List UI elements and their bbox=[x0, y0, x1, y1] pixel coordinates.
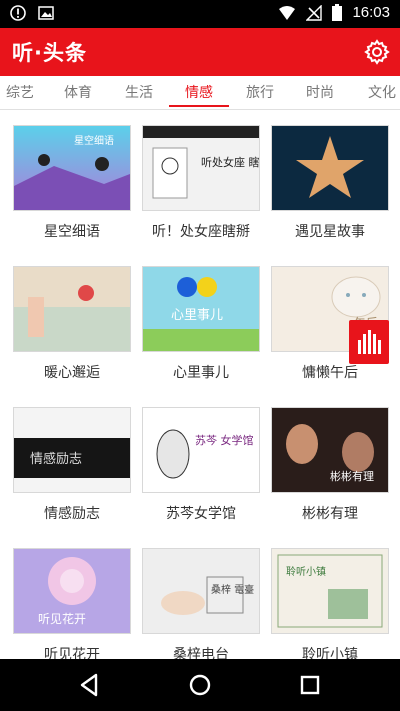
category-tabs: 综艺 体育 生活 情感 旅行 时尚 文化 bbox=[0, 76, 400, 110]
status-time: 16:03 bbox=[352, 4, 390, 21]
error-notification-icon bbox=[10, 5, 26, 21]
audio-equalizer-icon bbox=[358, 330, 381, 354]
svg-text:彬彬有理: 彬彬有理 bbox=[330, 469, 374, 483]
settings-gear-icon[interactable] bbox=[364, 39, 390, 65]
channel-thumbnail: 听处女座 瞎掰! bbox=[142, 125, 260, 211]
app-title: 听·头条 bbox=[12, 41, 87, 65]
channel-title: 苏芩女学馆 bbox=[166, 506, 236, 522]
channel-thumbnail: 苏芩 女学馆 bbox=[142, 407, 260, 493]
channel-thumbnail: 听见花开 bbox=[13, 548, 131, 634]
system-nav-bar bbox=[0, 659, 400, 711]
wifi-icon bbox=[279, 5, 296, 20]
recents-icon[interactable] bbox=[296, 671, 324, 699]
battery-icon bbox=[332, 4, 343, 21]
tab-fashion[interactable]: 时尚 bbox=[300, 82, 340, 102]
channel-title: 情感励志 bbox=[44, 506, 100, 522]
svg-text:苏芩 女学馆: 苏芩 女学馆 bbox=[195, 433, 254, 447]
channel-title: 桑梓电台 bbox=[173, 647, 229, 659]
home-icon[interactable] bbox=[186, 671, 214, 699]
channel-thumbnail: 桑梓 電臺 bbox=[142, 548, 260, 634]
channel-thumbnail: 心里事儿 bbox=[142, 266, 260, 352]
tab-sports[interactable]: 体育 bbox=[58, 82, 98, 102]
svg-text:星空细语: 星空细语 bbox=[74, 134, 114, 147]
floating-player-button[interactable] bbox=[349, 320, 389, 364]
channel-title: 聆听小镇 bbox=[302, 647, 358, 659]
svg-text:听处女座 瞎掰!: 听处女座 瞎掰! bbox=[201, 155, 259, 169]
channel-thumbnail: 聆听小镇 bbox=[271, 548, 389, 634]
svg-text:听见花开: 听见花开 bbox=[38, 611, 86, 626]
channel-title: 遇见星故事 bbox=[295, 224, 365, 240]
svg-text:桑梓 電臺: 桑梓 電臺 bbox=[211, 583, 254, 596]
channel-title: 听！处女座瞎掰 bbox=[152, 224, 250, 240]
channel-title: 彬彬有理 bbox=[302, 506, 358, 522]
svg-text:聆听小镇: 聆听小镇 bbox=[286, 565, 326, 578]
channel-thumbnail bbox=[13, 266, 131, 352]
channel-title: 暖心邂逅 bbox=[44, 365, 100, 381]
tab-emotion[interactable]: 情感 bbox=[179, 82, 219, 102]
channel-thumbnail: 星空细语 bbox=[13, 125, 131, 211]
svg-text:心里事儿: 心里事儿 bbox=[171, 308, 223, 323]
channel-title: 慵懒午后 bbox=[302, 365, 358, 381]
back-icon[interactable] bbox=[76, 671, 104, 699]
image-notification-icon bbox=[38, 6, 54, 20]
channel-thumbnail bbox=[271, 125, 389, 211]
no-signal-icon bbox=[306, 4, 323, 21]
channel-title: 星空细语 bbox=[44, 224, 100, 240]
channel-title: 听见花开 bbox=[44, 647, 100, 659]
channel-thumbnail: 情感励志 bbox=[13, 407, 131, 493]
app-bar: 听·头条 bbox=[0, 28, 400, 76]
active-tab-indicator bbox=[169, 105, 229, 107]
tab-culture[interactable]: 文化 bbox=[362, 82, 400, 102]
svg-text:情感励志: 情感励志 bbox=[30, 451, 82, 467]
channel-thumbnail: 彬彬有理 bbox=[271, 407, 389, 493]
tab-life[interactable]: 生活 bbox=[119, 82, 159, 102]
channel-title: 心里事儿 bbox=[173, 365, 229, 381]
tab-travel[interactable]: 旅行 bbox=[240, 82, 280, 102]
status-bar: 16:03 bbox=[0, 0, 400, 28]
tab-variety[interactable]: 综艺 bbox=[0, 82, 40, 102]
channel-grid: 星空细语 星空细语 听处女座 瞎掰! 听！处女座瞎掰 遇见星故事 bbox=[0, 110, 400, 659]
